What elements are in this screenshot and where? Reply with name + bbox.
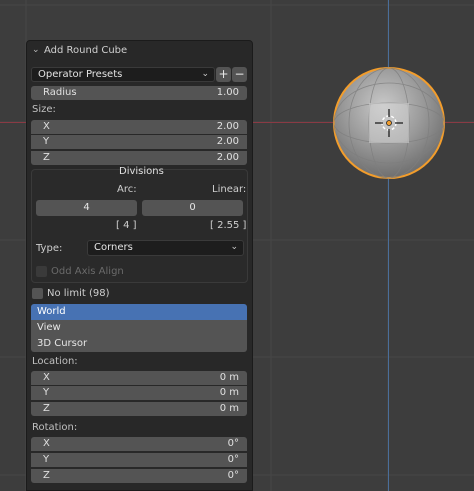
radius-value: 1.00 [216,87,239,98]
size-label: Size: [32,104,56,115]
location-x-value: 0 m [219,372,239,383]
size-z-value: 2.00 [216,152,239,163]
no-limit-label: No limit (98) [47,288,110,299]
size-z-label: Z [43,152,50,163]
arc-label: Arc: [117,184,137,195]
size-y-field[interactable]: Y 2.00 [31,135,247,149]
rotation-y-value: 0° [227,454,239,465]
round-cube-object[interactable] [331,65,447,181]
radius-label: Radius [43,87,77,98]
rotation-label: Rotation: [32,422,78,433]
chevron-down-icon: ⌄ [230,242,238,252]
size-x-label: X [43,121,50,132]
chevron-down-icon[interactable]: ⌄ [32,45,40,55]
no-limit-checkbox[interactable] [32,288,43,299]
remove-preset-button[interactable]: − [232,67,247,82]
rotation-y-label: Y [43,454,50,465]
radius-field[interactable]: Radius 1.00 [31,86,247,100]
divisions-label: Divisions [119,166,164,177]
panel-title: Add Round Cube [44,45,128,56]
rotation-z-label: Z [43,470,50,481]
location-x-field[interactable]: X 0 m [31,371,247,385]
arc-bracket-value: [ 4 ] [116,220,137,231]
linear-label: Linear: [212,184,247,195]
size-z-field[interactable]: Z 2.00 [31,151,247,165]
size-y-label: Y [43,136,50,147]
align-option-3d-cursor[interactable]: 3D Cursor [31,336,247,352]
linear-bracket-value: [ 2.55 ] [210,220,247,231]
location-x-label: X [43,372,50,383]
align-option-view[interactable]: View [31,320,247,336]
size-x-value: 2.00 [216,121,239,132]
location-z-field[interactable]: Z 0 m [31,402,247,416]
chevron-down-icon: ⌄ [201,69,209,79]
size-y-value: 2.00 [216,136,239,147]
rotation-y-field[interactable]: Y 0° [31,453,247,467]
type-label: Type: [36,243,63,254]
location-y-field[interactable]: Y 0 m [31,386,247,400]
arc-value-field[interactable]: 4 [36,200,137,216]
location-label: Location: [32,356,78,367]
location-y-value: 0 m [219,387,239,398]
object-origin-icon [386,120,392,126]
panel-header[interactable]: ⌄ Add Round Cube [27,41,252,61]
rotation-x-value: 0° [227,438,239,449]
rotation-z-field[interactable]: Z 0° [31,469,247,483]
rotation-z-value: 0° [227,470,239,481]
rotation-x-label: X [43,438,50,449]
align-option-world[interactable]: World [31,304,247,320]
type-value: Corners [94,242,133,253]
size-x-field[interactable]: X 2.00 [31,120,247,134]
rotation-x-field[interactable]: X 0° [31,437,247,451]
location-z-label: Z [43,403,50,414]
operator-presets-dropdown[interactable]: Operator Presets ⌄ [31,67,215,82]
presets-label: Operator Presets [38,69,123,80]
location-y-label: Y [43,387,50,398]
odd-axis-label: Odd Axis Align [51,266,124,277]
add-preset-button[interactable]: + [216,67,231,82]
linear-value-field[interactable]: 0 [142,200,243,216]
odd-axis-checkbox[interactable] [36,266,47,277]
location-z-value: 0 m [219,403,239,414]
type-dropdown[interactable]: Corners ⌄ [87,240,244,256]
